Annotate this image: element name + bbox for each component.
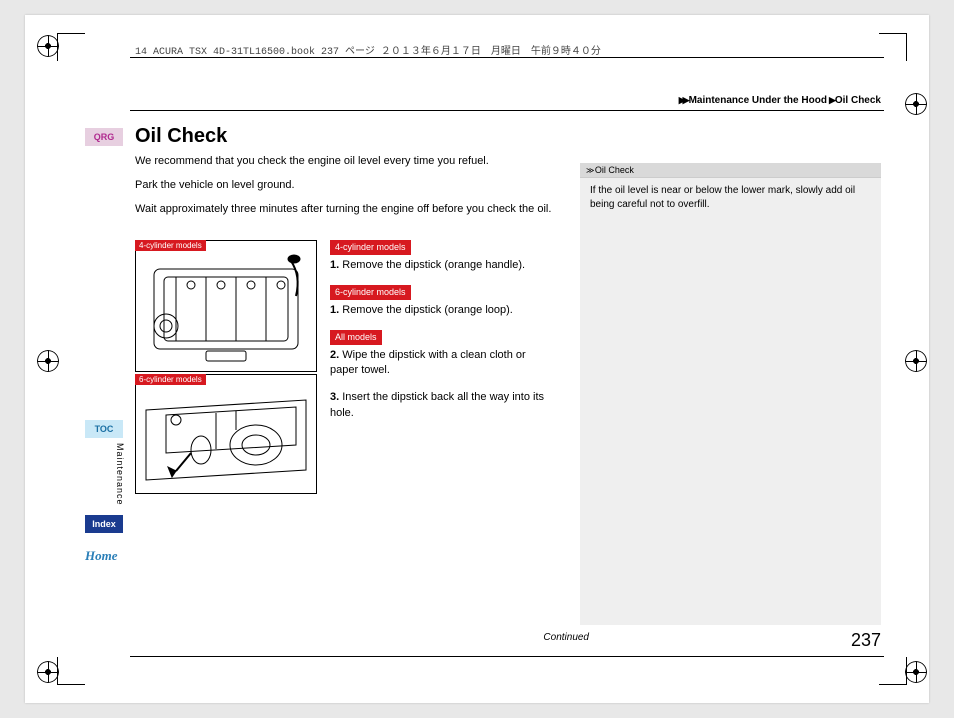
sidebar-body: If the oil level is near or below the lo… xyxy=(580,178,881,218)
step-group: All models 2. Wipe the dipstick with a c… xyxy=(330,330,555,378)
chevron-right-icon: ▶▶ xyxy=(679,95,687,106)
paragraph: Park the vehicle on level ground. xyxy=(135,178,555,194)
figure-label: 4-cylinder models xyxy=(135,240,206,251)
source-header: 14 ACURA TSX 4D-31TL16500.book 237 ページ ２… xyxy=(135,42,601,58)
crop-mark-icon xyxy=(57,657,85,685)
registration-icon xyxy=(905,661,927,683)
steps: 4-cylinder models 1. Remove the dipstick… xyxy=(330,240,555,433)
section-label-vertical: Maintenance xyxy=(115,443,125,506)
continued-label: Continued xyxy=(543,632,589,643)
info-icon: ≫ xyxy=(586,166,592,175)
chevron-right-icon: ▶ xyxy=(829,95,833,106)
home-button[interactable]: Home xyxy=(85,545,125,565)
registration-icon xyxy=(905,93,927,115)
home-icon: Home xyxy=(85,545,125,565)
crop-mark-icon xyxy=(57,33,85,61)
registration-icon xyxy=(37,661,59,683)
divider xyxy=(130,110,884,111)
engine-6cyl-illustration xyxy=(136,375,316,493)
engine-4cyl-illustration xyxy=(136,241,316,371)
model-badge: All models xyxy=(330,330,382,345)
header-rule xyxy=(130,57,884,58)
model-badge: 6-cylinder models xyxy=(330,285,411,300)
svg-text:Home: Home xyxy=(85,548,118,563)
figures: 4-cylinder models xyxy=(135,240,317,496)
toc-button[interactable]: TOC xyxy=(85,420,123,438)
figure-6cyl: 6-cylinder models xyxy=(135,374,317,494)
step-group: 4-cylinder models 1. Remove the dipstick… xyxy=(330,240,555,273)
figure-label: 6-cylinder models xyxy=(135,374,206,385)
registration-icon xyxy=(905,350,927,372)
breadcrumb: ▶▶Maintenance Under the Hood▶Oil Check xyxy=(679,95,881,106)
step-group: 6-cylinder models 1. Remove the dipstick… xyxy=(330,285,555,318)
info-sidebar: ≫ Oil Check If the oil level is near or … xyxy=(580,163,881,625)
step-group: 3. Insert the dipstick back all the way … xyxy=(330,390,555,421)
sidebar-heading: ≫ Oil Check xyxy=(580,163,881,178)
page-title: Oil Check xyxy=(135,125,555,148)
page-number: 237 xyxy=(851,630,881,651)
footer-rule xyxy=(130,656,884,657)
figure-4cyl: 4-cylinder models xyxy=(135,240,317,372)
registration-icon xyxy=(37,35,59,57)
main-content: Oil Check We recommend that you check th… xyxy=(135,125,555,226)
crop-mark-icon xyxy=(879,657,907,685)
paragraph: Wait approximately three minutes after t… xyxy=(135,202,555,218)
registration-icon xyxy=(37,350,59,372)
qrg-button[interactable]: QRG xyxy=(85,128,123,146)
page: 14 ACURA TSX 4D-31TL16500.book 237 ページ ２… xyxy=(25,15,929,703)
model-badge: 4-cylinder models xyxy=(330,240,411,255)
paragraph: We recommend that you check the engine o… xyxy=(135,154,555,170)
index-button[interactable]: Index xyxy=(85,515,123,533)
